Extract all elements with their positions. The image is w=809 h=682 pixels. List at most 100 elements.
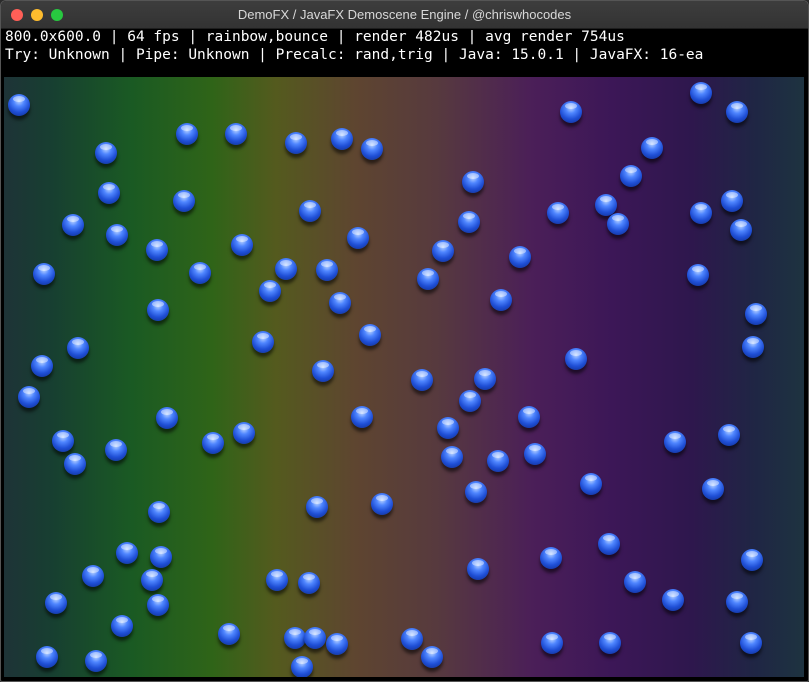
bouncing-ball-sprite [401,628,423,650]
bouncing-ball-sprite [218,623,240,645]
bouncing-ball-sprite [417,268,439,290]
bouncing-ball-sprite [298,572,320,594]
bouncing-ball-sprite [465,481,487,503]
bouncing-ball-sprite [726,101,748,123]
bouncing-ball-sprite [518,406,540,428]
bouncing-ball-sprite [329,292,351,314]
bouncing-ball-sprite [740,632,762,654]
bouncing-ball-sprite [421,646,443,668]
bouncing-ball-sprite [105,439,127,461]
bouncing-ball-sprite [745,303,767,325]
bouncing-ball-sprite [147,299,169,321]
demofx-window: DemoFX / JavaFX Demoscene Engine / @chri… [0,0,809,682]
bouncing-ball-sprite [560,101,582,123]
bouncing-ball-sprite [359,324,381,346]
stats-overlay: 800.0x600.0 | 64 fps | rainbow,bounce | … [1,29,808,75]
bouncing-ball-sprite [18,386,40,408]
bouncing-ball-sprite [524,443,546,465]
bouncing-ball-sprite [599,632,621,654]
bouncing-ball-sprite [726,591,748,613]
bouncing-ball-sprite [361,138,383,160]
bouncing-ball-sprite [231,234,253,256]
bouncing-ball-sprite [306,496,328,518]
bouncing-ball-sprite [45,592,67,614]
bouncing-ball-sprite [189,262,211,284]
bouncing-ball-sprite [266,569,288,591]
bouncing-ball-sprite [718,424,740,446]
bouncing-ball-sprite [467,558,489,580]
bouncing-ball-sprite [742,336,764,358]
bouncing-ball-sprite [202,432,224,454]
bouncing-ball-sprite [233,422,255,444]
bouncing-ball-sprite [351,406,373,428]
bouncing-ball-sprite [284,627,306,649]
stats-line-environment: Try: Unknown | Pipe: Unknown | Precalc: … [5,47,704,63]
bouncing-ball-sprite [62,214,84,236]
bouncing-ball-sprite [285,132,307,154]
bouncing-ball-sprite [474,368,496,390]
bouncing-ball-sprite [150,546,172,568]
bouncing-ball-sprite [509,246,531,268]
bouncing-ball-sprite [82,565,104,587]
bouncing-ball-sprite [33,263,55,285]
bouncing-ball-sprite [259,280,281,302]
bouncing-ball-sprite [304,627,326,649]
bouncing-ball-sprite [547,202,569,224]
bouncing-ball-sprite [291,656,313,677]
bouncing-ball-sprite [176,123,198,145]
bouncing-ball-sprite [441,446,463,468]
stats-line-render: 800.0x600.0 | 64 fps | rainbow,bounce | … [5,29,625,45]
bouncing-ball-sprite [540,547,562,569]
bouncing-ball-sprite [156,407,178,429]
bouncing-ball-sprite [67,337,89,359]
bouncing-ball-sprite [52,430,74,452]
bouncing-ball-sprite [411,369,433,391]
bouncing-ball-sprite [347,227,369,249]
bouncing-ball-sprite [459,390,481,412]
bouncing-ball-sprite [252,331,274,353]
bouncing-ball-sprite [141,569,163,591]
bouncing-ball-sprite [111,615,133,637]
bouncing-ball-sprite [8,94,30,116]
bouncing-ball-sprite [565,348,587,370]
bouncing-ball-sprite [598,533,620,555]
bouncing-ball-sprite [432,240,454,262]
bouncing-ball-sprite [331,128,353,150]
bouncing-ball-sprite [437,417,459,439]
bouncing-ball-sprite [664,431,686,453]
bouncing-ball-sprite [702,478,724,500]
bouncing-ball-sprite [462,171,484,193]
bouncing-ball-sprite [730,219,752,241]
bouncing-ball-sprite [147,594,169,616]
bouncing-ball-sprite [299,200,321,222]
window-title: DemoFX / JavaFX Demoscene Engine / @chri… [237,7,572,22]
bouncing-ball-sprite [641,137,663,159]
bouncing-ball-sprite [607,213,629,235]
bouncing-ball-sprite [620,165,642,187]
bouncing-ball-sprite [146,239,168,261]
bouncing-ball-sprite [490,289,512,311]
bouncing-ball-sprite [721,190,743,212]
bouncing-ball-sprite [458,211,480,233]
title-bar[interactable]: DemoFX / JavaFX Demoscene Engine / @chri… [1,1,808,29]
bouncing-ball-sprite [275,258,297,280]
bouncing-ball-sprite [225,123,247,145]
bouncing-ball-sprite [64,453,86,475]
bouncing-ball-sprite [36,646,58,668]
bouncing-ball-sprite [148,501,170,523]
bouncing-ball-sprite [690,82,712,104]
bouncing-ball-sprite [326,633,348,655]
bouncing-ball-sprite [312,360,334,382]
bouncing-ball-sprite [173,190,195,212]
bouncing-ball-sprite [580,473,602,495]
demo-canvas[interactable] [4,77,804,677]
bouncing-ball-sprite [85,650,107,672]
bouncing-ball-sprite [371,493,393,515]
bouncing-ball-sprite [31,355,53,377]
bouncing-ball-sprite [95,142,117,164]
bouncing-ball-sprite [98,182,120,204]
bouncing-ball-sprite [624,571,646,593]
bouncing-ball-sprite [116,542,138,564]
bouncing-ball-sprite [316,259,338,281]
bouncing-ball-sprite [541,632,563,654]
